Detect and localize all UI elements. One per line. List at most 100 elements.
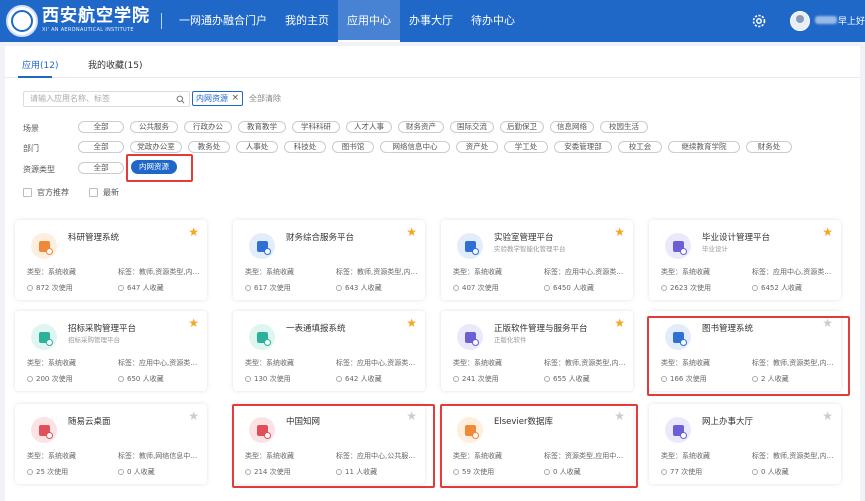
favorite-star-icon[interactable]: ★: [406, 410, 417, 422]
app-card[interactable]: 毕业设计管理平台 毕业设计 ★ 类型：系统收藏 标签：应用中心,资源类型,... 2623…: [649, 220, 841, 300]
user-avatar[interactable]: [790, 11, 810, 31]
search-input[interactable]: 请输入应用名称、标签: [23, 91, 190, 107]
search-placeholder: 请输入应用名称、标签: [30, 94, 110, 103]
tab-apps[interactable]: 应用(12): [22, 58, 58, 71]
department-chip[interactable]: 学工处: [504, 141, 548, 153]
official-recommend-checkbox[interactable]: 官方推荐: [23, 187, 69, 198]
app-card[interactable]: 招标采购管理平台 招标采购管理平台 ★ 类型：系统收藏 标签：应用中心,资源类型,...…: [15, 311, 207, 391]
favorite-star-icon[interactable]: ★: [614, 410, 625, 422]
favorite-star-icon[interactable]: ★: [614, 317, 625, 329]
department-chip[interactable]: 教务处: [188, 141, 230, 153]
app-card[interactable]: 科研管理系统 ★ 类型：系统收藏 标签：教师,资源类型,内网... 872 次使用 647…: [15, 220, 207, 300]
app-card[interactable]: 一表通填报系统 ★ 类型：系统收藏 标签：应用中心,资源类型,... 130 次使用 64…: [233, 311, 425, 391]
scene-chip[interactable]: 信息网络: [550, 121, 594, 133]
app-card[interactable]: Elsevier数据库 ★ 类型：系统收藏 标签：资源类型,应用中心,... 59 次使…: [441, 404, 633, 484]
favorite-star-icon[interactable]: ★: [822, 317, 833, 329]
favorite-count-icon: [336, 285, 342, 291]
favorite-count: 0 人收藏: [118, 467, 155, 477]
app-card[interactable]: 随易云桌面 ★ 类型：系统收藏 标签：教师,网络信息中心,... 25 次使用 0 人收藏: [15, 404, 207, 484]
nav-item-home[interactable]: 我的主页: [276, 0, 338, 42]
resource-type-chip[interactable]: 全部: [78, 162, 124, 174]
scene-chip[interactable]: 全部: [78, 121, 124, 133]
app-tags: 标签：应用中心,公共服务,...: [336, 452, 420, 460]
department-chip[interactable]: 财务处: [746, 141, 792, 153]
scene-chip[interactable]: 校园生活: [600, 121, 648, 133]
active-tab-indicator: [18, 76, 52, 78]
checkbox-box[interactable]: [89, 188, 98, 197]
app-type: 类型：系统收藏: [661, 452, 710, 460]
close-icon[interactable]: ×: [231, 92, 239, 105]
search-icon[interactable]: [176, 95, 185, 104]
scene-chip[interactable]: 学科科研: [292, 121, 340, 133]
app-title: 网上办事大厅: [702, 417, 754, 427]
usage-icon: [661, 285, 667, 291]
scene-chip[interactable]: 财务资产: [398, 121, 444, 133]
school-logo[interactable]: 西安航空学院 XI' AN AERONAUTICAL INSTITUTE: [42, 6, 160, 34]
department-chip[interactable]: 科技处: [284, 141, 326, 153]
favorite-star-icon[interactable]: ★: [822, 410, 833, 422]
app-card[interactable]: 图书管理系统 ★ 类型：系统收藏 标签：教师,资源类型,内网... 166 次使用 2 人…: [649, 311, 841, 391]
usage-icon: [453, 285, 459, 291]
department-chip[interactable]: 党政办公室: [130, 141, 182, 153]
clear-all-filters-button[interactable]: 全部清除: [249, 93, 281, 104]
favorite-star-icon[interactable]: ★: [188, 226, 199, 238]
app-type: 类型：系统收藏: [27, 452, 76, 460]
software-icon: [457, 324, 483, 350]
scene-chip[interactable]: 后勤保卫: [500, 121, 544, 133]
department-chip[interactable]: 网络信息中心: [380, 141, 450, 153]
usage-icon: [27, 376, 33, 382]
favorite-count-text: 11 人收藏: [345, 468, 378, 476]
latest-checkbox[interactable]: 最新: [89, 187, 119, 198]
scene-chip[interactable]: 行政办公: [184, 121, 232, 133]
department-filter-label: 部门: [23, 144, 39, 153]
favorite-count-icon: [752, 469, 758, 475]
user-name-redacted: [815, 16, 837, 24]
nav-item-app-center[interactable]: 应用中心: [338, 0, 400, 42]
app-type: 类型：系统收藏: [245, 359, 294, 367]
department-chip[interactable]: 图书馆: [332, 141, 374, 153]
department-chip[interactable]: 资产处: [456, 141, 498, 153]
department-chip[interactable]: 安委管理部: [554, 141, 612, 153]
thesis-icon: [665, 233, 691, 259]
app-subtitle: 实验教学智能化管理平台: [494, 245, 566, 253]
scene-chip[interactable]: 国际交流: [450, 121, 494, 133]
scene-chip[interactable]: 人才人事: [346, 121, 392, 133]
usage-count: 166 次使用: [661, 374, 707, 384]
app-type: 类型：系统收藏: [453, 452, 502, 460]
favorite-star-icon[interactable]: ★: [188, 410, 199, 422]
app-card[interactable]: 中国知网 ★ 类型：系统收藏 标签：应用中心,公共服务,... 214 次使用 11 人收…: [233, 404, 425, 484]
department-chip[interactable]: 校工会: [618, 141, 662, 153]
tab-favorites[interactable]: 我的收藏(15): [88, 58, 142, 71]
department-chip[interactable]: 继续教育学院: [668, 141, 740, 153]
favorite-count-icon: [336, 469, 342, 475]
favorite-star-icon[interactable]: ★: [614, 226, 625, 238]
logo-divider: [161, 13, 162, 29]
favorite-star-icon[interactable]: ★: [406, 226, 417, 238]
usage-count-text: 2623 次使用: [670, 284, 712, 292]
nav-item-portal[interactable]: 一网通办融合门户: [170, 0, 276, 42]
app-card[interactable]: 正版软件管理与服务平台 正版化软件 ★ 类型：系统收藏 标签：教师,资源类型,内网...…: [441, 311, 633, 391]
favorite-star-icon[interactable]: ★: [406, 317, 417, 329]
active-filter-tag: 内网资源 ×: [192, 91, 243, 106]
app-card[interactable]: 实验室管理平台 实验教学智能化管理平台 ★ 类型：系统收藏 标签：应用中心,资源类型,.…: [441, 220, 633, 300]
checkbox-box[interactable]: [23, 188, 32, 197]
nav-item-todo-center[interactable]: 待办中心: [462, 0, 524, 42]
app-card[interactable]: 网上办事大厅 ★ 类型：系统收藏 标签：教师,资源类型,内网... 77 次使用 0 人收…: [649, 404, 841, 484]
resource-type-chip-selected[interactable]: 内网资源: [131, 160, 177, 174]
favorite-count: 6450 人收藏: [544, 283, 594, 293]
app-subtitle: 正版化软件: [494, 336, 527, 344]
nav-item-service-hall[interactable]: 办事大厅: [400, 0, 462, 42]
department-chip[interactable]: 人事处: [236, 141, 278, 153]
logo-english-name: XI' AN AERONAUTICAL INSTITUTE: [42, 27, 134, 33]
favorite-count: 642 人收藏: [336, 374, 382, 384]
app-card[interactable]: 财务综合服务平台 ★ 类型：系统收藏 标签：教师,资源类型,内网... 617 次使用 6…: [233, 220, 425, 300]
favorite-count-text: 650 人收藏: [127, 375, 164, 383]
gear-icon[interactable]: [751, 13, 767, 29]
favorite-count-icon: [544, 469, 550, 475]
favorite-star-icon[interactable]: ★: [188, 317, 199, 329]
department-chip[interactable]: 全部: [78, 141, 124, 153]
scene-chip[interactable]: 教育教学: [238, 121, 286, 133]
scene-chip[interactable]: 公共服务: [130, 121, 178, 133]
favorite-star-icon[interactable]: ★: [822, 226, 833, 238]
usage-icon: [245, 469, 251, 475]
